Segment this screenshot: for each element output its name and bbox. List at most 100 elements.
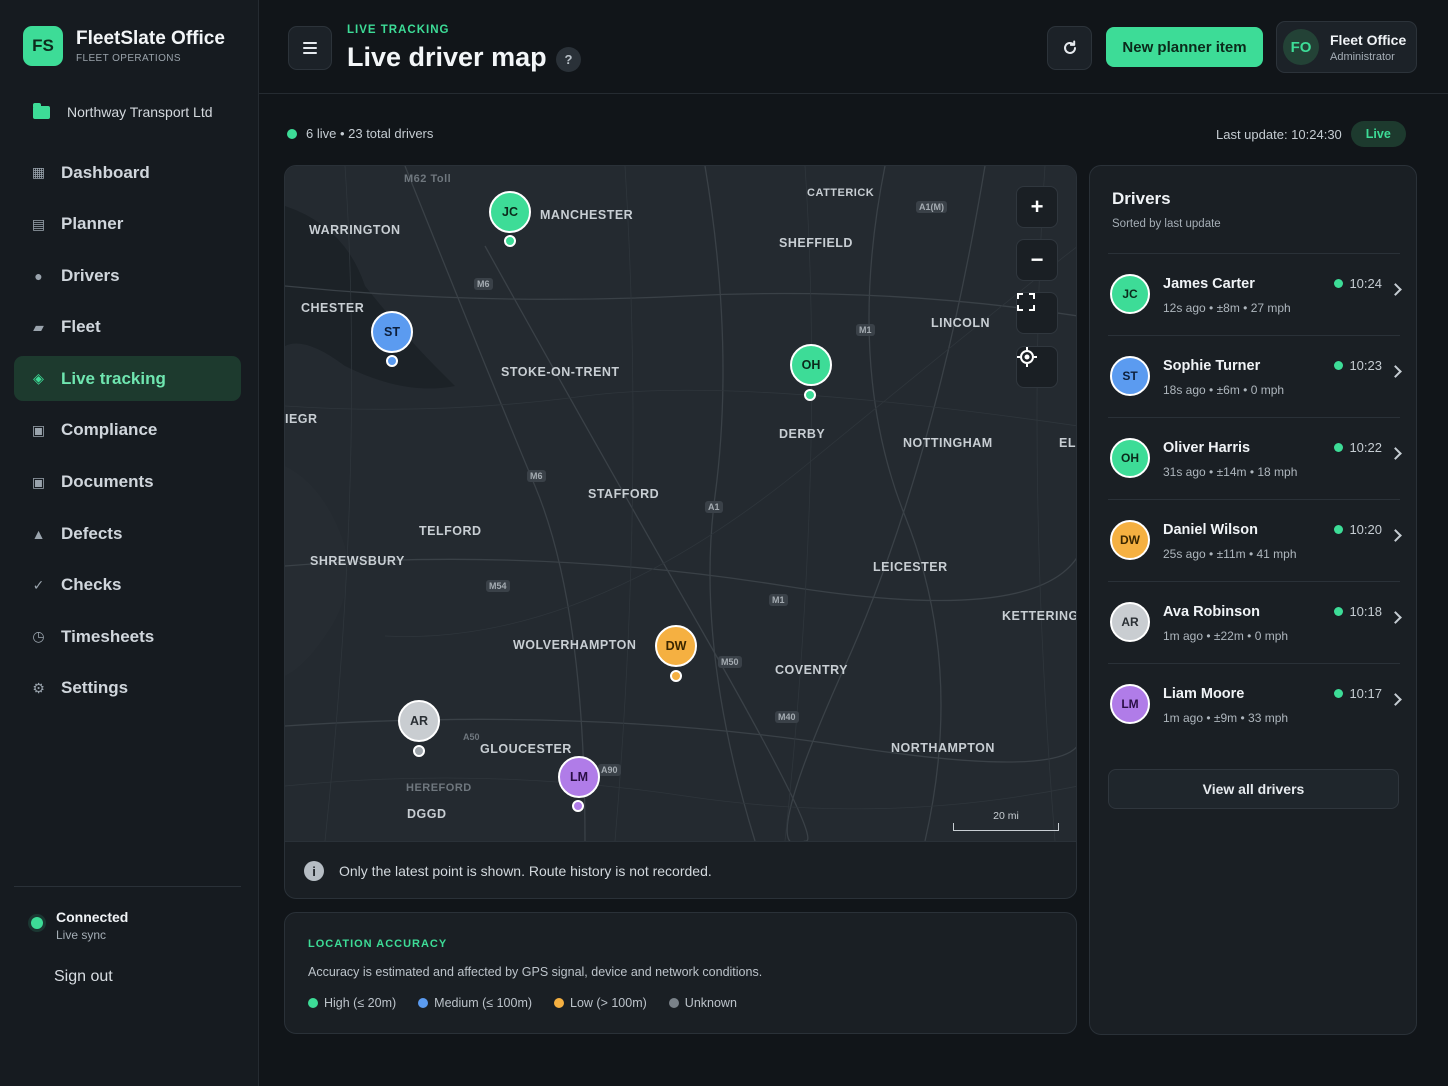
crosshair-icon xyxy=(1017,347,1037,367)
driver-marker-lm[interactable]: LM xyxy=(558,756,600,798)
driver-marker-dw[interactable]: DW xyxy=(655,625,697,667)
status-dot-icon xyxy=(1334,689,1344,698)
driver-location-dot xyxy=(413,745,425,757)
map-background xyxy=(285,166,1076,841)
driver-name: Liam Moore xyxy=(1163,686,1245,702)
sidebar-item-label: Settings xyxy=(61,678,129,698)
legend-label: Unknown xyxy=(684,996,737,1010)
road-label: A1(M) xyxy=(916,201,947,213)
connection-status: Connected Live sync xyxy=(31,909,128,942)
status-dot-icon xyxy=(1334,443,1344,452)
driver-meta: 1m ago • ±9m • 33 mph xyxy=(1163,711,1289,725)
chevron-right-icon xyxy=(1389,529,1402,542)
map-label: IEGR xyxy=(285,412,318,426)
live-map[interactable]: M62 Toll WARRINGTON MANCHESTER CATTERICK… xyxy=(285,166,1077,841)
map-scale-label: 20 mi xyxy=(993,810,1019,822)
map-label: DERBY xyxy=(779,427,826,441)
driver-time-text: 10:18 xyxy=(1349,604,1382,619)
zoom-in-button[interactable]: + xyxy=(1016,186,1058,228)
chevron-right-icon xyxy=(1389,447,1402,460)
driver-row-sophie-turner[interactable]: ST Sophie Turner 18s ago • ±6m • 0 mph 1… xyxy=(1108,335,1402,417)
check-icon: ✓ xyxy=(32,576,45,593)
warning-icon: ▲ xyxy=(31,525,46,542)
driver-row-james-carter[interactable]: JC James Carter 12s ago • ±8m • 27 mph 1… xyxy=(1108,253,1402,335)
sidebar-item-checks[interactable]: ✓ Checks xyxy=(14,563,241,608)
sidebar: FS FleetSlate Office FLEET OPERATIONS No… xyxy=(0,0,259,1086)
sidebar-item-label: Dashboard xyxy=(61,162,150,182)
help-icon[interactable]: ? xyxy=(556,47,581,72)
organization-selector[interactable]: Northway Transport Ltd xyxy=(33,102,213,120)
new-planner-item-button[interactable]: New planner item xyxy=(1106,27,1263,67)
map-label: NOTTINGHAM xyxy=(903,436,993,450)
refresh-button[interactable] xyxy=(1047,26,1092,70)
connection-dot-icon xyxy=(31,917,43,929)
location-icon: ◈ xyxy=(33,370,44,387)
status-dot-icon xyxy=(1334,607,1344,616)
view-all-drivers-button[interactable]: View all drivers xyxy=(1108,769,1399,809)
driver-time: 10:23 xyxy=(1334,358,1382,373)
driver-marker-ar[interactable]: AR xyxy=(398,700,440,742)
sidebar-item-drivers[interactable]: ● Drivers xyxy=(14,253,241,298)
organization-name: Northway Transport Ltd xyxy=(67,104,213,120)
driver-name: Ava Robinson xyxy=(1163,604,1260,620)
drivers-panel: Drivers Sorted by last update JC James C… xyxy=(1089,165,1417,1035)
legend-label: Low (> 100m) xyxy=(570,996,647,1010)
sidebar-item-fleet[interactable]: ▰ Fleet xyxy=(14,305,241,350)
brand-name: FleetSlate Office xyxy=(76,28,225,49)
user-menu[interactable]: FO Fleet Office Administrator xyxy=(1276,21,1417,73)
sidebar-item-settings[interactable]: ⚙ Settings xyxy=(14,666,241,711)
driver-marker-jc[interactable]: JC xyxy=(489,191,531,233)
document-icon: ▣ xyxy=(31,473,46,490)
road-label: M54 xyxy=(486,580,510,592)
road-label: M1 xyxy=(769,594,788,606)
page-title: Live driver map xyxy=(347,42,547,72)
drivers-list: JC James Carter 12s ago • ±8m • 27 mph 1… xyxy=(1108,253,1402,745)
sidebar-item-planner[interactable]: ▤ Planner xyxy=(14,202,241,247)
legend-item-high: High (≤ 20m) xyxy=(308,996,396,1010)
driver-row-oliver-harris[interactable]: OH Oliver Harris 31s ago • ±14m • 18 mph… xyxy=(1108,417,1402,499)
map-label: KETTERING xyxy=(1002,609,1077,623)
update-status: Last update: 10:24:30 Live xyxy=(1216,121,1406,147)
sidebar-item-compliance[interactable]: ▣ Compliance xyxy=(14,408,241,453)
map-label: LINCOLN xyxy=(931,316,991,330)
driver-meta: 12s ago • ±8m • 27 mph xyxy=(1163,301,1291,315)
driver-row-liam-moore[interactable]: LM Liam Moore 1m ago • ±9m • 33 mph 10:1… xyxy=(1108,663,1402,745)
map-label: DGGD xyxy=(407,807,447,821)
drivers-subtitle: Sorted by last update xyxy=(1112,218,1221,230)
driver-time: 10:18 xyxy=(1334,604,1382,619)
menu-button[interactable] xyxy=(288,26,332,70)
legend-dot-icon xyxy=(308,998,318,1008)
road-label: A1 xyxy=(705,501,723,513)
sidebar-item-defects[interactable]: ▲ Defects xyxy=(14,511,241,556)
driver-row-daniel-wilson[interactable]: DW Daniel Wilson 25s ago • ±11m • 41 mph… xyxy=(1108,499,1402,581)
zoom-out-button[interactable]: − xyxy=(1016,239,1058,281)
driver-row-ava-robinson[interactable]: AR Ava Robinson 1m ago • ±22m • 0 mph 10… xyxy=(1108,581,1402,663)
locate-button[interactable] xyxy=(1016,346,1058,388)
drivers-title: Drivers xyxy=(1112,189,1171,208)
legend-item-unknown: Unknown xyxy=(668,996,737,1010)
road-label: A90 xyxy=(598,764,621,776)
user-name: Fleet Office xyxy=(1330,31,1407,48)
map-label: TELFORD xyxy=(419,524,482,538)
sidebar-item-label: Timesheets xyxy=(61,626,155,646)
avatar: AR xyxy=(1110,602,1150,642)
sidebar-item-timesheets[interactable]: ◷ Timesheets xyxy=(14,614,241,659)
fullscreen-button[interactable] xyxy=(1016,292,1058,334)
sidebar-item-dashboard[interactable]: ▦ Dashboard xyxy=(14,150,241,195)
sidebar-item-live-tracking[interactable]: ◈ Live tracking xyxy=(14,356,241,402)
chevron-right-icon xyxy=(1389,365,1402,378)
status-dot-icon xyxy=(1334,279,1344,288)
sidebar-item-label: Drivers xyxy=(61,265,120,285)
map-label: SHREWSBURY xyxy=(310,554,405,568)
brand[interactable]: FS FleetSlate Office FLEET OPERATIONS xyxy=(23,26,225,66)
driver-marker-st[interactable]: ST xyxy=(371,311,413,353)
map-label: CHESTER xyxy=(301,301,365,315)
driver-location-dot xyxy=(572,800,584,812)
status-dot-icon xyxy=(1334,525,1344,534)
driver-location-dot xyxy=(504,235,516,247)
map-label: MANCHESTER xyxy=(540,208,634,222)
sign-out-link[interactable]: Sign out xyxy=(54,968,113,986)
map-label: COVENTRY xyxy=(775,663,848,677)
driver-marker-oh[interactable]: OH xyxy=(790,344,832,386)
sidebar-item-documents[interactable]: ▣ Documents xyxy=(14,460,241,505)
